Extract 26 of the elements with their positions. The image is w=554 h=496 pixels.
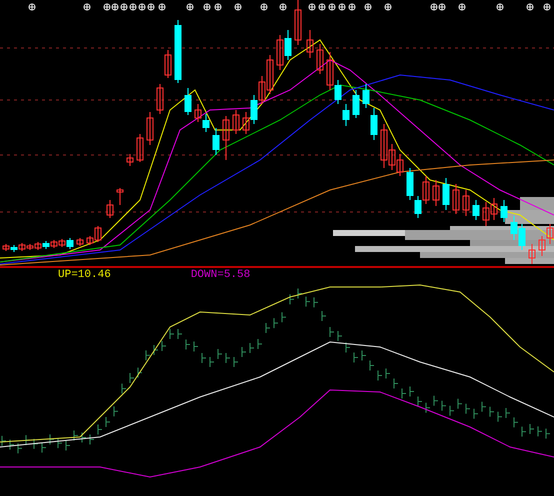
candlestick bbox=[306, 30, 314, 58]
candlestick bbox=[462, 190, 470, 216]
candlestick bbox=[212, 128, 220, 156]
candlestick bbox=[442, 178, 450, 210]
candlestick bbox=[174, 20, 182, 84]
candlestick bbox=[164, 50, 172, 78]
candlestick bbox=[146, 112, 154, 146]
candlestick bbox=[472, 200, 480, 220]
candlestick bbox=[156, 84, 164, 114]
candlestick bbox=[528, 244, 536, 264]
candlestick bbox=[106, 200, 114, 218]
indicator-label: DOWN=5.58 bbox=[190, 269, 250, 281]
candlestick bbox=[452, 184, 460, 214]
candlestick bbox=[184, 88, 192, 116]
candlestick bbox=[222, 116, 230, 160]
candlestick bbox=[500, 200, 508, 222]
candlestick bbox=[76, 238, 84, 246]
candlestick bbox=[136, 134, 144, 162]
candlestick bbox=[116, 188, 124, 206]
candlestick bbox=[232, 110, 240, 134]
candlestick bbox=[432, 180, 440, 206]
candlestick bbox=[126, 154, 134, 166]
indicator-label: UP=10.46 bbox=[58, 269, 111, 281]
candlestick bbox=[294, 0, 302, 46]
candlestick bbox=[316, 44, 324, 74]
candlestick bbox=[352, 90, 360, 118]
